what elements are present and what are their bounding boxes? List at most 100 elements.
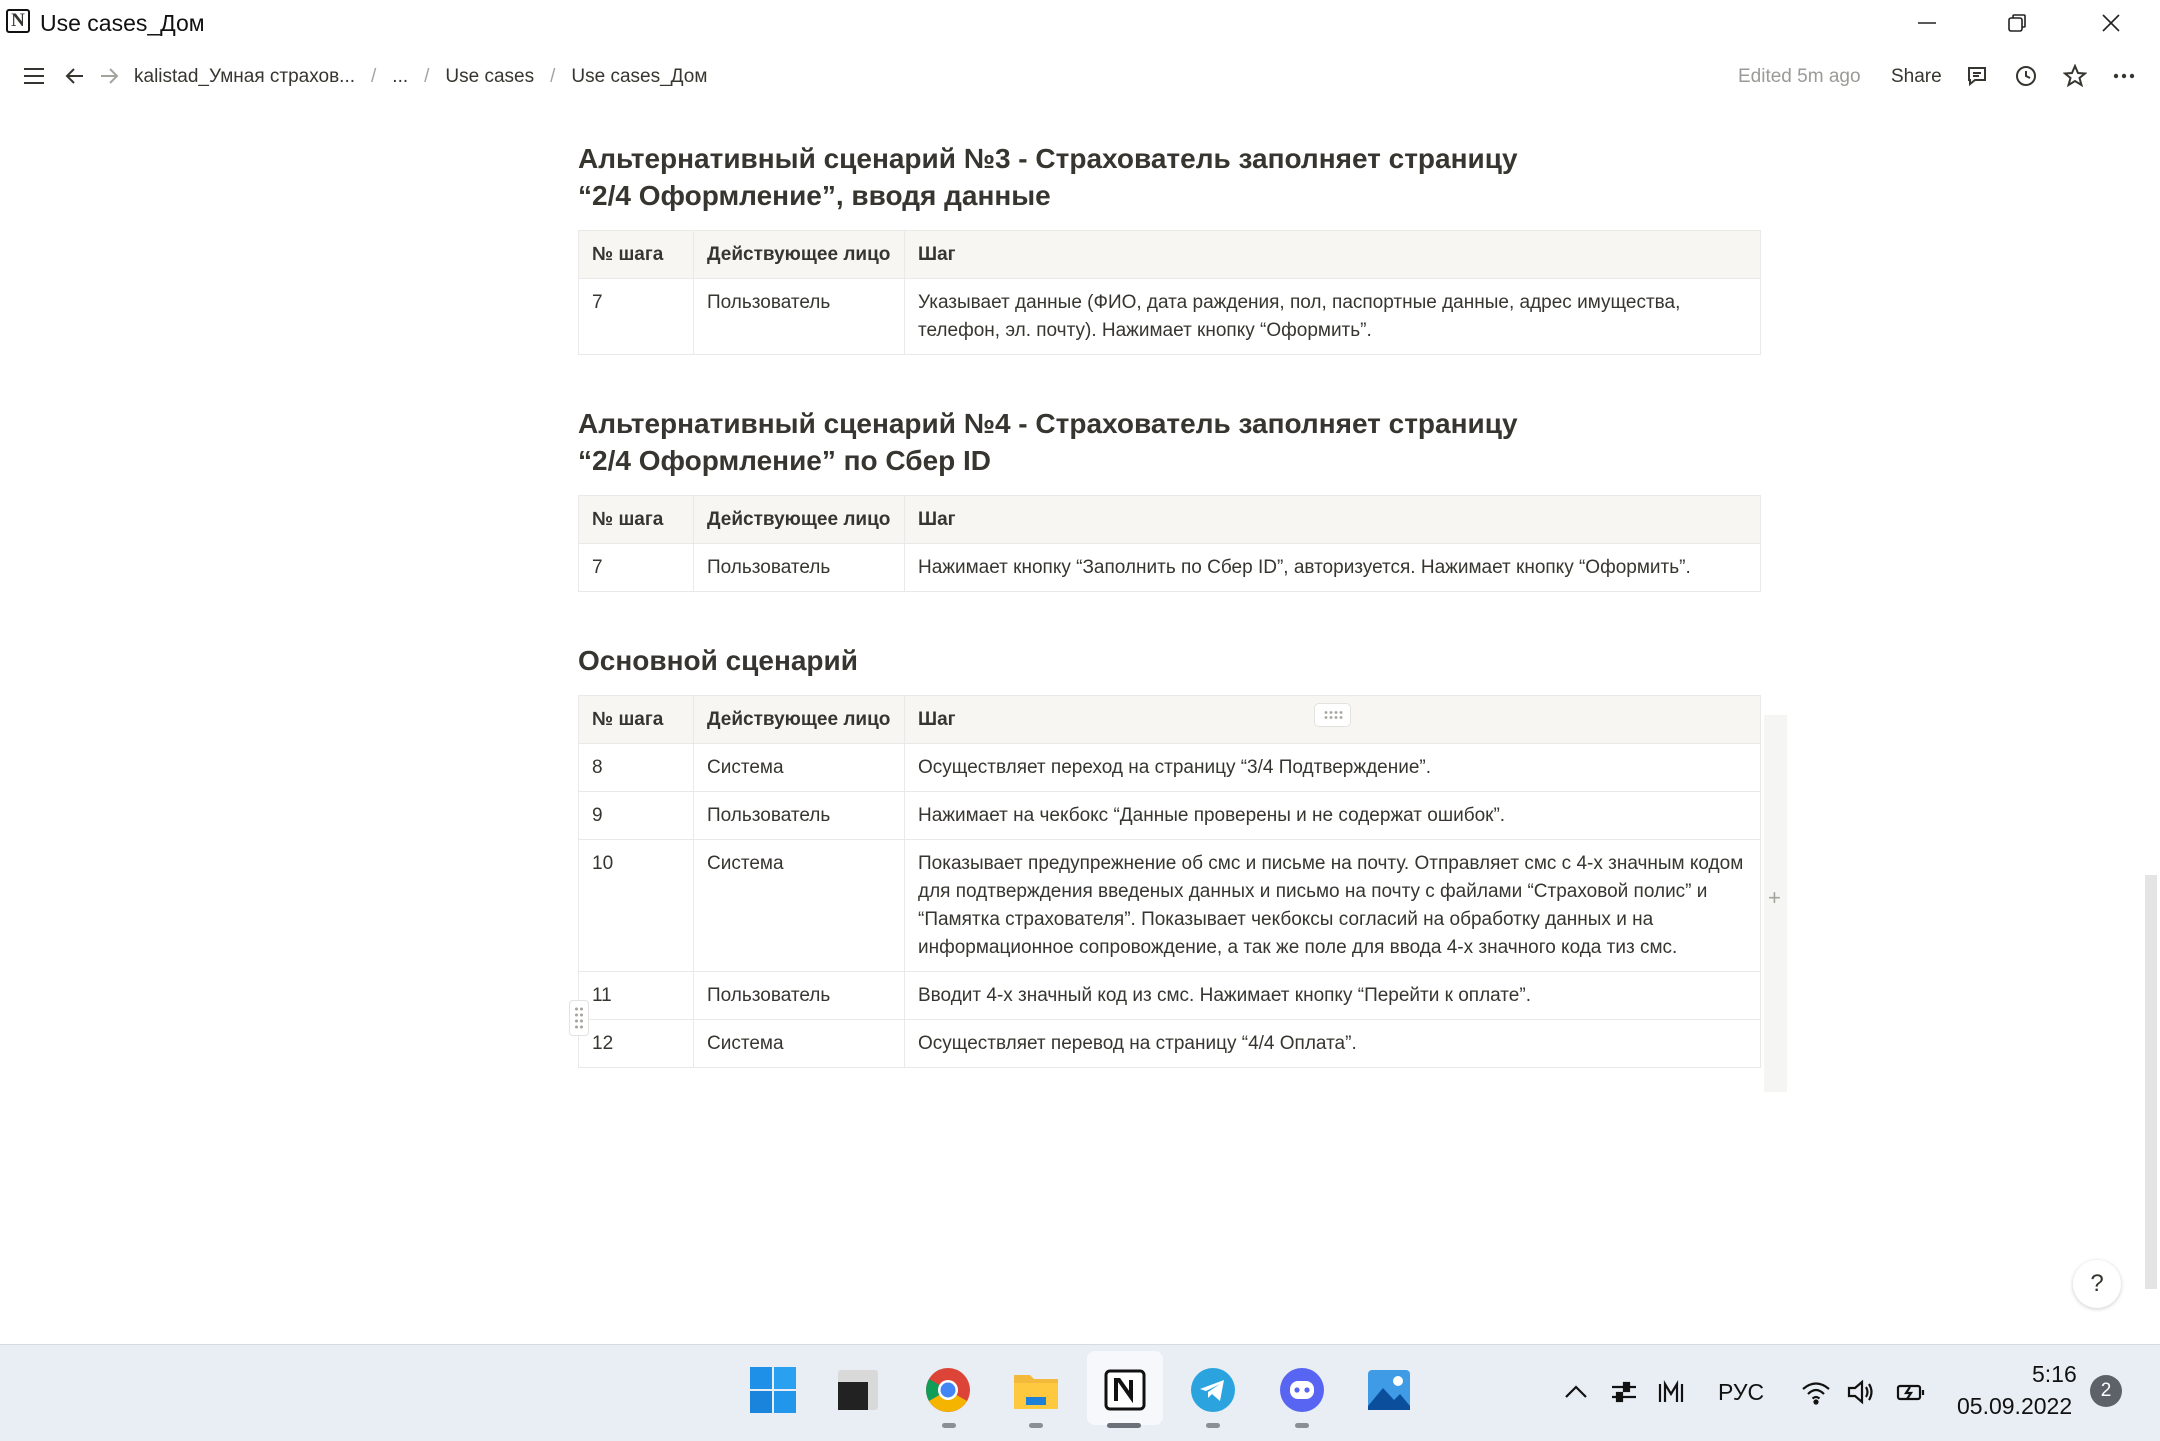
minimize-button[interactable] — [1882, 0, 1972, 46]
running-indicator — [1206, 1423, 1220, 1428]
edited-status[interactable]: Edited 5m ago — [1738, 66, 1861, 88]
discord-logo-icon — [1280, 1368, 1324, 1412]
table-cell[interactable]: Пользователь — [693, 791, 905, 840]
breadcrumb-item[interactable]: kalistad_Умная страхов... — [134, 66, 355, 88]
photos-icon[interactable] — [1364, 1365, 1414, 1415]
back-button[interactable] — [57, 58, 93, 94]
running-indicator — [1029, 1423, 1043, 1428]
table-cell[interactable]: Система — [693, 743, 905, 792]
table-row: 8 Система Осуществляет переход на страни… — [578, 743, 1761, 792]
scrollbar[interactable] — [2145, 875, 2157, 1289]
table-cell[interactable]: Указывает данные (ФИО, дата раждения, по… — [904, 278, 1761, 355]
notion-logo-icon: N — [6, 9, 30, 33]
updates-button[interactable] — [2008, 58, 2044, 94]
help-button[interactable]: ? — [2073, 1260, 2121, 1308]
photos-app-icon — [1368, 1370, 1410, 1410]
chrome-icon[interactable] — [923, 1365, 973, 1415]
section-heading: Альтернативный сценарий №3 - Страховател… — [578, 143, 1518, 211]
chevron-up-icon[interactable] — [1560, 1376, 1592, 1408]
row-drag-handle[interactable] — [569, 1000, 589, 1036]
restore-button[interactable] — [1972, 0, 2062, 46]
drag-dots-icon — [1324, 711, 1342, 719]
table-header-row: № шага Действующее лицо Шаг — [578, 495, 1761, 544]
column-header[interactable]: № шага — [578, 695, 694, 744]
table-cell[interactable]: 7 — [578, 278, 694, 355]
add-column-button[interactable]: + — [1764, 715, 1787, 1092]
terminal-glyph-icon — [838, 1370, 878, 1410]
table-row: 7 Пользователь Указывает данные (ФИО, да… — [578, 278, 1761, 355]
telegram-icon[interactable] — [1188, 1365, 1238, 1415]
favorite-button[interactable] — [2057, 58, 2093, 94]
hamburger-icon — [24, 68, 44, 84]
breadcrumb-separator: / — [371, 66, 377, 87]
notion-app-icon — [1104, 1369, 1146, 1411]
table-cell[interactable]: 11 — [578, 971, 694, 1020]
table-cell[interactable]: 12 — [578, 1019, 694, 1068]
table-cell[interactable]: Нажимает на чекбокс “Данные проверены и … — [904, 791, 1761, 840]
table-cell[interactable]: 7 — [578, 543, 694, 592]
table-header-row: № шага Действующее лицо Шаг — [578, 695, 1761, 744]
clock-date[interactable]: 05.09.2022 — [1957, 1393, 2072, 1420]
table-cell[interactable]: Показывает предупрежнение об смс и письм… — [904, 839, 1761, 972]
table-cell[interactable]: Система — [693, 1019, 905, 1068]
table-cell[interactable]: Система — [693, 839, 905, 972]
table-cell[interactable]: 9 — [578, 791, 694, 840]
column-header[interactable]: Действующее лицо — [693, 695, 905, 744]
table-row: 10 Система Показывает предупрежнение об … — [578, 839, 1761, 972]
table-cell[interactable]: Пользователь — [693, 543, 905, 592]
column-header[interactable]: Действующее лицо — [693, 495, 905, 544]
close-icon — [2102, 14, 2120, 32]
app-tray-icon[interactable] — [1655, 1376, 1687, 1408]
arrow-right-icon — [101, 68, 119, 84]
running-indicator — [942, 1423, 956, 1428]
terminal-icon[interactable] — [833, 1365, 883, 1415]
column-header[interactable]: Шаг — [904, 230, 1761, 279]
breadcrumb-item[interactable]: Use cases_Дом — [571, 66, 707, 88]
window-titlebar: N Use cases_Дом — [0, 0, 2160, 46]
forward-button[interactable] — [91, 58, 127, 94]
table-cell[interactable]: 8 — [578, 743, 694, 792]
steps-table: № шага Действующее лицо Шаг 8 Система Ос… — [578, 695, 1761, 1068]
table-cell[interactable]: Пользователь — [693, 971, 905, 1020]
table-header-row: № шага Действующее лицо Шаг — [578, 230, 1761, 279]
column-header[interactable]: № шага — [578, 495, 694, 544]
wifi-icon[interactable] — [1800, 1376, 1832, 1408]
file-explorer-icon[interactable] — [1011, 1365, 1061, 1415]
window-title: Use cases_Дом — [40, 10, 205, 36]
taskbar — [0, 1344, 2160, 1441]
table-cell[interactable]: 10 — [578, 839, 694, 972]
table-cell[interactable]: Осуществляет переход на страницу “3/4 По… — [904, 743, 1761, 792]
discord-icon[interactable] — [1277, 1365, 1327, 1415]
table-cell[interactable]: Пользователь — [693, 278, 905, 355]
sidebar-menu-button[interactable] — [16, 58, 52, 94]
plus-icon: + — [1768, 885, 1781, 910]
language-indicator[interactable]: РУС — [1718, 1379, 1764, 1406]
table-drag-handle[interactable] — [1314, 703, 1351, 727]
telegram-logo-icon — [1191, 1368, 1235, 1412]
comments-button[interactable] — [1959, 58, 1995, 94]
notification-badge[interactable]: 2 — [2090, 1375, 2122, 1407]
volume-icon[interactable] — [1845, 1376, 1877, 1408]
breadcrumb-item[interactable]: Use cases — [445, 66, 534, 88]
close-button[interactable] — [2066, 0, 2156, 46]
column-header[interactable]: Шаг — [904, 495, 1761, 544]
notion-icon[interactable] — [1100, 1365, 1150, 1415]
running-indicator — [1107, 1423, 1141, 1428]
battery-charging-icon[interactable] — [1895, 1376, 1927, 1408]
steps-table: № шага Действующее лицо Шаг 7 Пользовате… — [578, 230, 1761, 355]
share-button[interactable]: Share — [1891, 66, 1942, 88]
settings-sliders-icon[interactable] — [1608, 1376, 1640, 1408]
table-cell[interactable]: Вводит 4-х значный код из смс. Нажимает … — [904, 971, 1761, 1020]
table-cell[interactable]: Осуществляет перевод на страницу “4/4 Оп… — [904, 1019, 1761, 1068]
breadcrumb-item[interactable]: ... — [392, 66, 408, 88]
clock-icon — [2016, 66, 2036, 86]
table-cell[interactable]: Нажимает кнопку “Заполнить по Сбер ID”, … — [904, 543, 1761, 592]
breadcrumb-separator: / — [424, 66, 430, 87]
column-header[interactable]: № шага — [578, 230, 694, 279]
chrome-logo-icon — [926, 1368, 970, 1412]
column-header[interactable]: Действующее лицо — [693, 230, 905, 279]
start-icon[interactable] — [748, 1365, 798, 1415]
clock-time[interactable]: 5:16 — [2032, 1361, 2077, 1388]
arrow-left-icon — [65, 68, 83, 84]
more-button[interactable] — [2106, 58, 2142, 94]
